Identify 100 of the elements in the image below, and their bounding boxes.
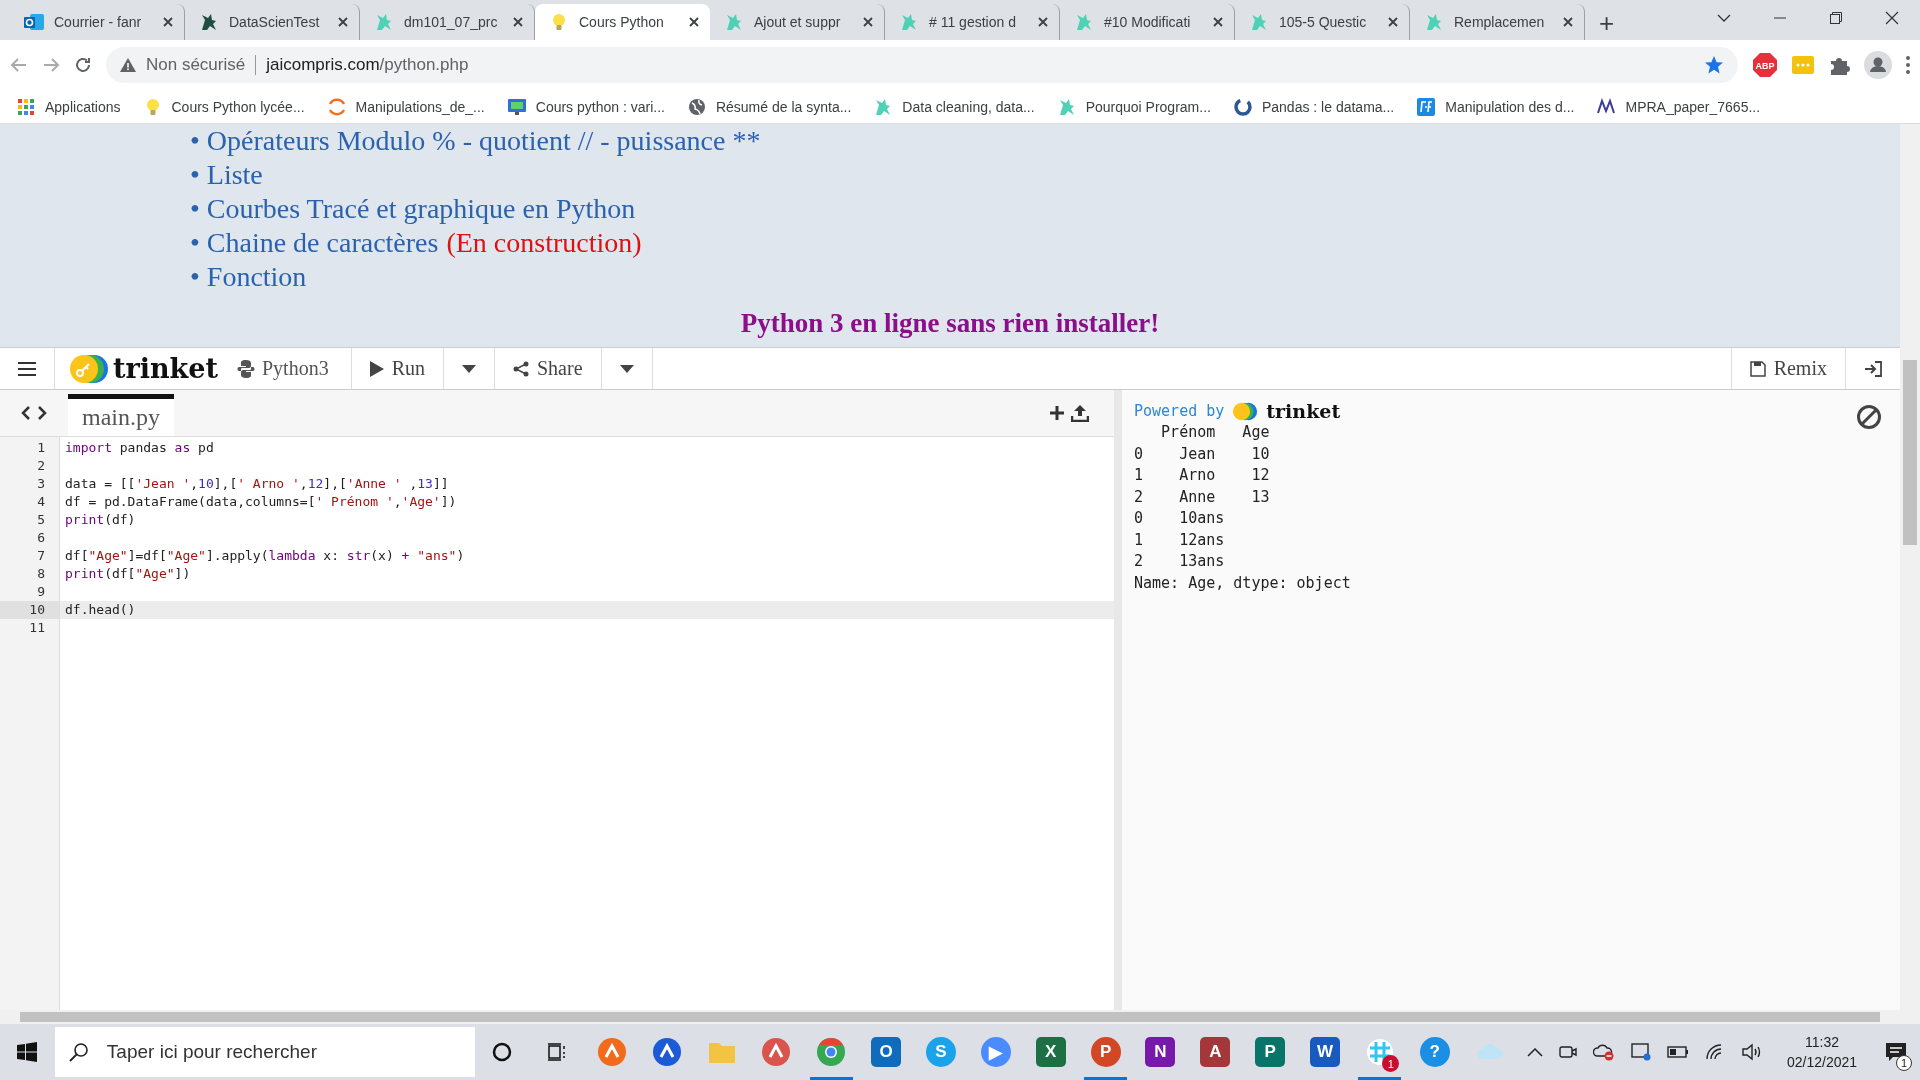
code-line: df = pd.DataFrame(data,columns=[' Prénom ','Age']) [64,493,458,511]
camera-icon[interactable] [1559,1044,1577,1060]
app-icon[interactable]: X [1035,1037,1066,1067]
chevron-right-icon[interactable] [37,404,47,421]
browser-tab[interactable]: Cours Python [535,4,710,40]
app-icon[interactable]: O [871,1037,902,1067]
bookmark[interactable]: MPRA_paper_7665... [1596,96,1761,117]
chevron-left-icon[interactable] [21,404,31,421]
bookmark[interactable]: Data cleaning, data... [873,96,1035,117]
menu-link[interactable]: • Liste [190,158,263,192]
reload-icon[interactable] [74,56,92,74]
bookmark[interactable]: Applications [16,96,121,117]
menu-link[interactable]: • Courbes Tracé et graphique en Python [190,192,636,226]
bookmark[interactable]: Résumé de la synta... [686,96,852,117]
star-icon[interactable] [1704,55,1724,75]
monitor-sync-icon[interactable] [1631,1043,1651,1061]
bookmark[interactable]: Pourquoi Program... [1056,96,1211,117]
square-logo-icon [1416,96,1437,117]
close-icon[interactable] [688,16,700,28]
upload-icon[interactable] [1071,404,1089,422]
arc-logo-icon [326,96,347,117]
close-icon[interactable] [1387,16,1399,28]
code-line: print(df["Age"]) [64,565,192,583]
close-icon[interactable] [1212,16,1224,28]
output-line: 0 Jean 10 [1134,443,1271,465]
caret-icon [619,364,634,373]
new-tab-button[interactable]: + [1585,10,1629,40]
clear-icon[interactable] [1856,404,1882,430]
line-number: 11 [28,619,46,637]
language-label: Python3 [227,348,352,389]
globe-icon [686,96,707,117]
output-line: Prénom Age [1160,422,1271,443]
monitor-icon [506,96,527,117]
chrome-logo-icon[interactable] [816,1037,847,1067]
apps-grid-icon [16,96,36,117]
circle-icon[interactable] [491,1041,514,1063]
scrollbar-thumb[interactable] [1903,360,1917,545]
close-icon[interactable] [512,16,524,28]
plus-icon[interactable] [1049,405,1065,421]
menu-link[interactable]: • Opérateurs Modulo % - quotient // - puissance ** [190,124,761,158]
key-logo-icon [1232,401,1259,421]
close-icon[interactable] [862,16,874,28]
app-icon[interactable]: W [1310,1037,1340,1067]
output-line: 0 10ans [1134,508,1226,529]
run-button[interactable]: Run [351,348,444,389]
profile-icon[interactable] [1864,51,1892,79]
dots-extension-icon[interactable] [1792,54,1814,76]
line-number: 1 [36,439,46,457]
app-icon[interactable]: P [1255,1037,1286,1067]
code-line: df["Age"]=df["Age"].apply(lambda x: str(x) + "ans") [64,547,466,565]
caret-icon [462,364,476,373]
output-line: 1 12ans [1134,529,1226,551]
output-line: 2 Anne 13 [1134,486,1271,508]
clock[interactable]: 11:32 02/12/2021 [1773,1032,1872,1072]
app-icon[interactable]: A [1200,1037,1231,1067]
close-icon[interactable] [337,16,349,28]
logo-text: trinket [113,353,218,384]
task-view-icon[interactable] [545,1041,568,1063]
cloud-warning-icon[interactable] [1593,1043,1615,1061]
security-label: Non sécurisé [146,55,246,75]
chevron-down-icon[interactable] [1717,14,1731,22]
dragon-icon [1424,12,1444,32]
code-line: print(df) [64,511,137,529]
share-icon [513,360,529,377]
address-bar[interactable]: Non sécurisé jaicompris.com/python.php [106,47,1738,83]
close-icon[interactable] [1037,16,1049,28]
restore-icon[interactable] [1830,12,1842,24]
scrollbar-thumb[interactable] [20,1012,1880,1022]
line-number: 7 [36,547,46,565]
code-line: data = [['Jean ',10],[' Arno ',12],['Anne ' ,13]] [64,475,450,493]
bookmark[interactable]: Manipulation des d... [1416,96,1575,117]
output-line: 2 13ans [1134,551,1226,572]
dragon-icon [1249,12,1269,32]
dragon-icon [899,12,919,32]
share-button[interactable]: Share [495,348,602,389]
close-icon[interactable] [1562,16,1574,28]
menu-link[interactable]: • Chaine de caractères [190,226,439,260]
bookmark[interactable]: Cours python : vari... [506,96,665,117]
chevron-up-icon[interactable] [1527,1047,1543,1057]
dragon-icon [724,12,744,32]
app-icon[interactable]: P [1090,1037,1121,1067]
app-icon[interactable]: N [1145,1037,1176,1067]
bookmark[interactable]: Manipulations_de_... [326,96,485,117]
speaker-icon[interactable] [1741,1043,1763,1061]
bookmark[interactable]: Pandas : le datama... [1232,96,1395,117]
file-tab[interactable]: main.py [68,394,174,436]
more-options-icon[interactable] [1906,56,1910,74]
sign-in-icon [1864,360,1882,377]
mail-app-icon [24,12,44,32]
menu-link[interactable]: • Fonction [190,260,307,294]
bookmark[interactable]: Cours Python lycée... [142,96,305,117]
battery-icon[interactable] [1667,1046,1689,1058]
powered-by-label: Powered by [1134,402,1225,420]
close-icon[interactable] [162,16,174,28]
search-field[interactable]: Taper ici pour rechercher [54,1027,475,1077]
close-icon[interactable] [1885,11,1899,25]
remix-button[interactable]: Remix [1730,348,1846,389]
windows-logo-icon[interactable] [17,1042,38,1062]
code-line: import pandas as pd [64,439,215,457]
stop-sign-icon[interactable]: ABP [1752,52,1778,78]
